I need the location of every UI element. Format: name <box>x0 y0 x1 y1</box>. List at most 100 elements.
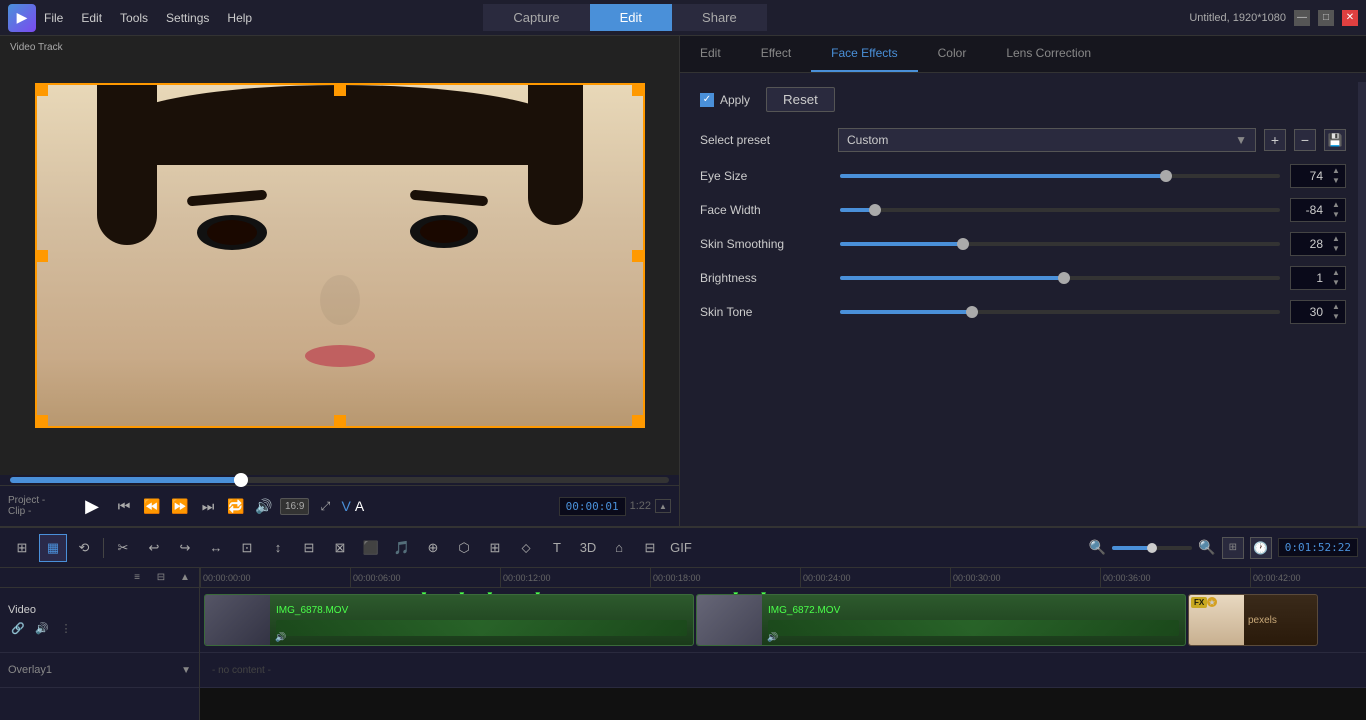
prev-frame-button[interactable]: ⏪ <box>140 494 164 518</box>
corner-handle-bl[interactable] <box>36 415 48 427</box>
eye-size-down[interactable]: ▼ <box>1329 176 1343 186</box>
window-maximize[interactable]: □ <box>1318 10 1334 26</box>
eye-size-thumb[interactable] <box>1160 170 1172 182</box>
tl-btn-redo[interactable]: ↪ <box>171 534 199 562</box>
clock-icon-btn[interactable]: 🕐 <box>1250 537 1272 559</box>
window-minimize[interactable]: — <box>1294 10 1310 26</box>
video-clip-2[interactable]: IMG_6872.MOV 🔊 <box>696 594 1186 646</box>
video-settings-button[interactable]: ⋮ <box>56 620 76 636</box>
tl-btn-text[interactable]: T <box>543 534 571 562</box>
eye-size-slider[interactable] <box>840 174 1280 178</box>
video-link-button[interactable]: 🔗 <box>8 620 28 636</box>
eye-size-up[interactable]: ▲ <box>1329 166 1343 176</box>
apply-checkbox[interactable]: ✓ <box>700 93 714 107</box>
tl-btn-gif[interactable]: GIF <box>667 534 695 562</box>
preset-save-button[interactable]: 💾 <box>1324 129 1346 151</box>
zoom-out-button[interactable]: 🔍 <box>1089 539 1106 556</box>
tl-btn-audio-match[interactable]: ↕ <box>264 534 292 562</box>
overlay-expand-icon[interactable]: ▼ <box>181 665 191 676</box>
preset-remove-button[interactable]: − <box>1294 129 1316 151</box>
menu-file[interactable]: File <box>44 11 63 25</box>
v-label[interactable]: V <box>341 498 350 514</box>
brightness-down[interactable]: ▼ <box>1329 278 1343 288</box>
skin-tone-up[interactable]: ▲ <box>1329 302 1343 312</box>
tl-btn-left[interactable]: ⊠ <box>326 534 354 562</box>
skin-smoothing-down[interactable]: ▼ <box>1329 244 1343 254</box>
brightness-thumb[interactable] <box>1058 272 1070 284</box>
mid-handle-l[interactable] <box>36 250 48 262</box>
skin-tone-slider[interactable] <box>840 310 1280 314</box>
tl-btn-right[interactable]: ⊟ <box>295 534 323 562</box>
reset-button[interactable]: Reset <box>766 87 835 112</box>
zoom-in-button[interactable]: 🔍 <box>1198 539 1215 556</box>
track-add-button[interactable]: ≡ <box>127 570 147 586</box>
tl-btn-stretch[interactable]: ↔ <box>202 534 230 562</box>
corner-handle-br[interactable] <box>632 415 644 427</box>
nav-tab-capture[interactable]: Capture <box>483 4 589 31</box>
aspect-ratio-btn[interactable]: 16:9 <box>280 498 309 515</box>
skin-smoothing-thumb[interactable] <box>957 238 969 250</box>
tl-btn-track[interactable]: ⬦ <box>512 534 540 562</box>
a-label[interactable]: A <box>355 498 364 514</box>
tab-effect[interactable]: Effect <box>741 36 811 72</box>
tl-btn-grid[interactable]: ⊡ <box>233 534 261 562</box>
apply-checkbox-label[interactable]: ✓ Apply <box>700 93 750 107</box>
panel-scrollbar[interactable] <box>1358 82 1366 526</box>
tl-btn-clip[interactable]: ▦ <box>39 534 67 562</box>
face-width-slider[interactable] <box>840 208 1280 212</box>
menu-tools[interactable]: Tools <box>120 11 148 25</box>
menu-settings[interactable]: Settings <box>166 11 209 25</box>
skin-tone-down[interactable]: ▼ <box>1329 312 1343 322</box>
face-width-down[interactable]: ▼ <box>1329 210 1343 220</box>
tl-btn-convert[interactable]: ⟲ <box>70 534 98 562</box>
preset-add-button[interactable]: + <box>1264 129 1286 151</box>
tl-btn-cut[interactable]: ✂ <box>109 534 137 562</box>
tab-color[interactable]: Color <box>918 36 987 72</box>
next-frame-button[interactable]: ⏩ <box>168 494 192 518</box>
tl-btn-add[interactable]: ⊕ <box>419 534 447 562</box>
zoom-fit-button[interactable]: ⊞ <box>1222 537 1244 559</box>
time-spinner-up[interactable]: ▲ <box>655 499 671 513</box>
face-width-thumb[interactable] <box>869 204 881 216</box>
mid-handle-b[interactable] <box>334 415 346 427</box>
zoom-slider[interactable] <box>1112 546 1192 550</box>
mid-handle-r[interactable] <box>632 250 644 262</box>
resize-mode-button[interactable]: ⤢ <box>313 494 337 518</box>
preset-dropdown[interactable]: Custom ▼ <box>838 128 1256 152</box>
tab-lens-correction[interactable]: Lens Correction <box>986 36 1111 72</box>
brightness-slider[interactable] <box>840 276 1280 280</box>
tl-btn-undo[interactable]: ↩ <box>140 534 168 562</box>
tl-btn-sticker[interactable]: ⬡ <box>450 534 478 562</box>
tl-btn-split[interactable]: ⊞ <box>481 534 509 562</box>
corner-handle-tl[interactable] <box>36 84 48 96</box>
skin-smoothing-up[interactable]: ▲ <box>1329 234 1343 244</box>
tl-btn-color-fx[interactable]: ⬛ <box>357 534 385 562</box>
tl-btn-3d[interactable]: 3D <box>574 534 602 562</box>
skip-end-button[interactable]: ⏭ <box>196 494 220 518</box>
seek-bar[interactable] <box>10 477 669 483</box>
tab-face-effects[interactable]: Face Effects <box>811 36 917 72</box>
tab-edit[interactable]: Edit <box>680 36 741 72</box>
tl-btn-library[interactable]: ⊞ <box>8 534 36 562</box>
volume-button[interactable]: 🔊 <box>252 494 276 518</box>
tl-btn-mask[interactable]: ⌂ <box>605 534 633 562</box>
play-button[interactable]: ▶ <box>76 490 108 522</box>
loop-button[interactable]: 🔁 <box>224 494 248 518</box>
video-clip-1[interactable]: IMG_6878.MOV 🔊 <box>204 594 694 646</box>
track-expand-button[interactable]: ▲ <box>175 570 195 586</box>
track-collapse-button[interactable]: ⊟ <box>151 570 171 586</box>
nav-tab-edit[interactable]: Edit <box>590 4 672 31</box>
tl-btn-pip[interactable]: ⊟ <box>636 534 664 562</box>
menu-edit[interactable]: Edit <box>81 11 102 25</box>
skin-smoothing-slider[interactable] <box>840 242 1280 246</box>
nav-tab-share[interactable]: Share <box>672 4 767 31</box>
menu-help[interactable]: Help <box>227 11 252 25</box>
mid-handle-t[interactable] <box>334 84 346 96</box>
corner-handle-tr[interactable] <box>632 84 644 96</box>
seek-thumb[interactable] <box>234 473 248 487</box>
tl-btn-audio[interactable]: 🎵 <box>388 534 416 562</box>
face-width-up[interactable]: ▲ <box>1329 200 1343 210</box>
video-clip-3[interactable]: pexels FX ★ <box>1188 594 1318 646</box>
skip-start-button[interactable]: ⏮ <box>112 494 136 518</box>
video-mute-button[interactable]: 🔊 <box>32 620 52 636</box>
